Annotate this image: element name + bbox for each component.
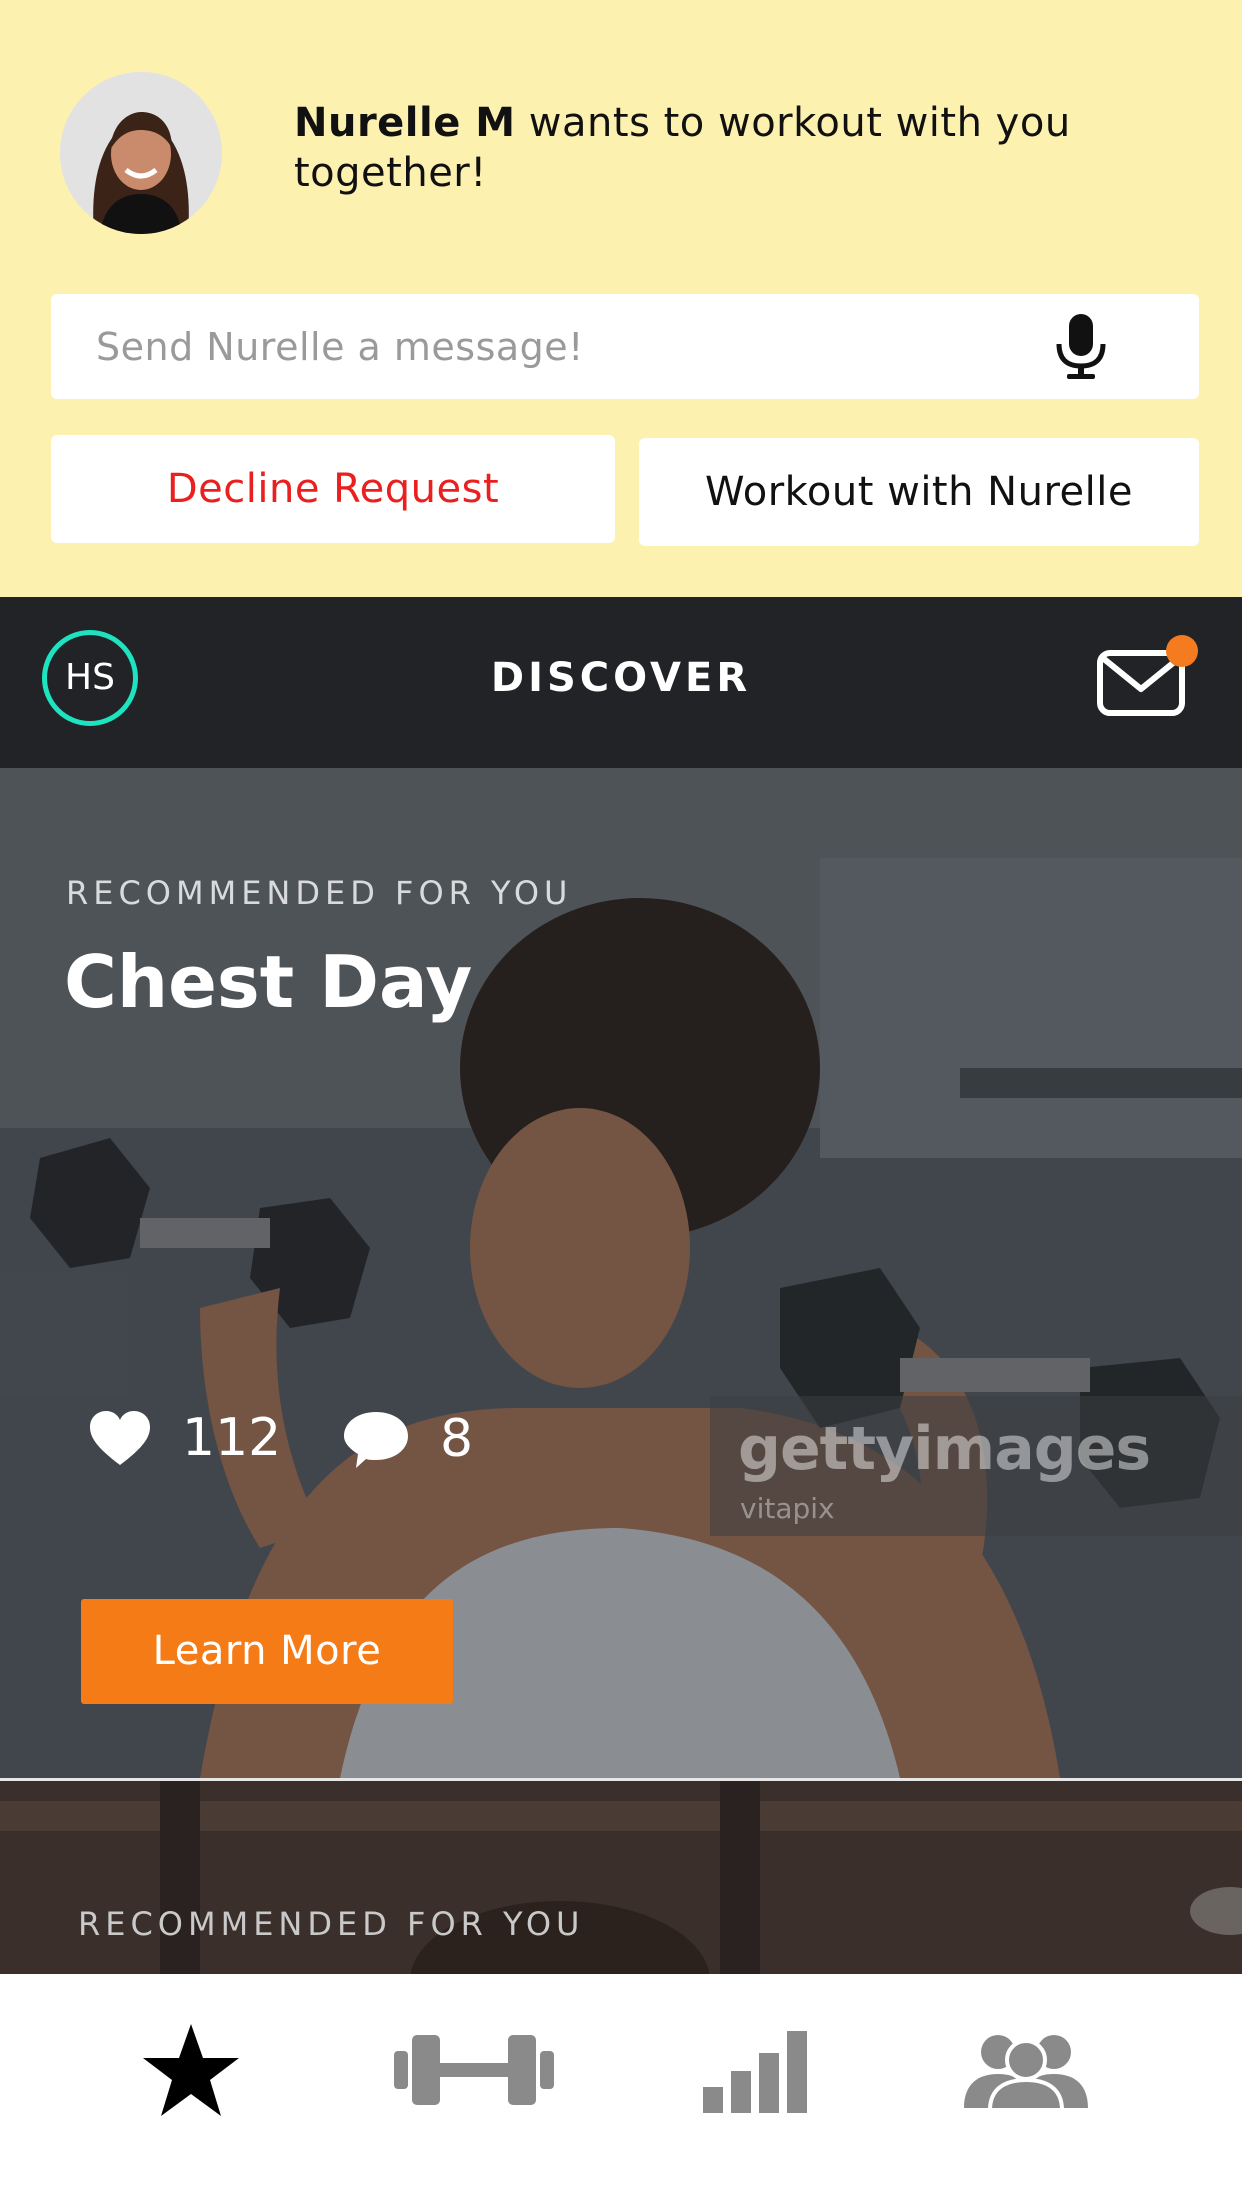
comment-icon [344, 1412, 408, 1468]
stats-bars-icon [703, 2031, 807, 2113]
bottom-tab-bar [0, 1974, 1242, 2208]
star-icon [143, 2024, 239, 2116]
workout-photo-2 [0, 1781, 1242, 1974]
requester-name: Nurelle M [294, 100, 516, 146]
request-text: Nurelle M wants to workout with you toge… [294, 98, 1174, 198]
accept-workout-button[interactable]: Workout with Nurelle [639, 438, 1199, 546]
heart-icon [90, 1411, 150, 1465]
notification-badge [1166, 635, 1198, 667]
page-title: DISCOVER [490, 655, 752, 701]
watermark-text: gettyimages [738, 1414, 1151, 1484]
microphone-icon[interactable] [1051, 312, 1111, 382]
tab-community[interactable] [946, 2010, 1106, 2130]
dumbbell-icon [394, 2035, 554, 2105]
tab-workouts[interactable] [394, 2010, 554, 2130]
tab-discover[interactable] [111, 2010, 271, 2130]
group-icon [964, 2035, 1088, 2110]
message-box [51, 294, 1199, 399]
card-eyebrow-2: RECOMMENDED FOR YOU [78, 1905, 585, 1943]
workout-request-banner: Nurelle M wants to workout with you toge… [0, 0, 1242, 597]
decline-request-button[interactable]: Decline Request [51, 435, 615, 543]
requester-photo [60, 72, 222, 234]
learn-more-button[interactable]: Learn More [81, 1599, 453, 1704]
top-nav-bar: HS DISCOVER [0, 597, 1242, 768]
recommended-workout-card-2[interactable]: RECOMMENDED FOR YOU [0, 1781, 1242, 1974]
requester-avatar[interactable] [60, 72, 222, 234]
tab-progress[interactable] [675, 2010, 835, 2130]
stock-watermark: gettyimages vitapix [710, 1396, 1242, 1536]
watermark-credit: vitapix [740, 1492, 835, 1525]
comments-count: 8 [440, 1409, 474, 1469]
likes-count: 112 [182, 1408, 282, 1468]
card-eyebrow: RECOMMENDED FOR YOU [66, 874, 573, 912]
card-title: Chest Day [64, 940, 473, 1024]
recommended-workout-card[interactable]: gettyimages vitapix RECOMMENDED FOR YOU … [0, 768, 1242, 1778]
likes-stat[interactable]: 112 [88, 1408, 281, 1468]
comments-stat[interactable]: 8 [342, 1408, 473, 1470]
message-input[interactable] [96, 294, 996, 399]
